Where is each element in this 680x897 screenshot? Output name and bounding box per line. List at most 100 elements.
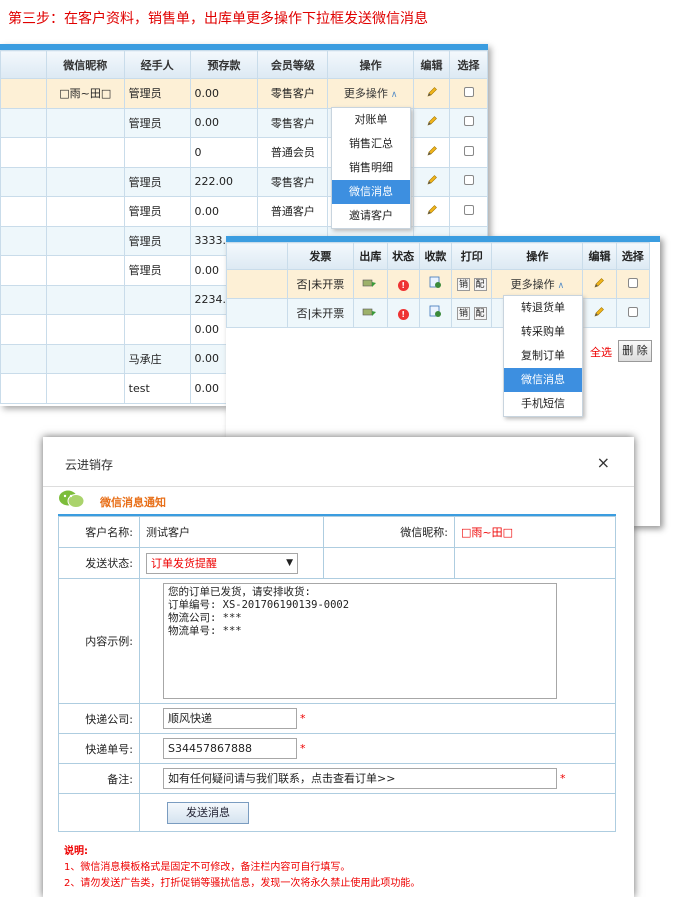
row-select <box>449 196 488 227</box>
chevron-down-icon: ▼ <box>286 557 293 568</box>
row-blank <box>0 225 47 256</box>
more-actions-dropdown[interactable]: 更多操作 ∧ <box>344 87 398 100</box>
payment-icon[interactable] <box>429 276 442 292</box>
row-handler: 马承庄 <box>123 343 191 374</box>
row-nick <box>45 255 125 286</box>
row-blank <box>0 166 47 197</box>
print-sales-button[interactable]: 销 <box>457 307 471 320</box>
pencil-icon[interactable] <box>593 306 605 321</box>
menu-item-invite-customer[interactable]: 邀请客户 <box>332 204 410 228</box>
wechat-form: 客户名称: 测试客户 微信昵称: □雨~田□ 发送状态: 订单发货提醒 ▼ 内容… <box>58 516 616 832</box>
row-edit <box>413 196 450 227</box>
table-row[interactable]: 0 普通会员 <box>0 137 488 168</box>
row-blank <box>0 284 47 315</box>
order-table-header: 发票 出库 状态 收款 打印 操作 编辑 选择 <box>226 242 651 270</box>
content-textarea[interactable]: 您的订单已发货，请安排收货: 订单编号: XS-201706190139-000… <box>163 583 557 699</box>
menu-item-sales-summary[interactable]: 销售汇总 <box>332 132 410 156</box>
col-level: 会员等级 <box>257 50 329 79</box>
truck-icon[interactable] <box>362 308 378 321</box>
pencil-icon[interactable] <box>593 277 605 292</box>
row-checkbox[interactable] <box>463 204 474 215</box>
delete-button[interactable]: 删 除 <box>618 340 652 362</box>
dialog-title: 云进销存 <box>65 458 114 472</box>
col-blank <box>226 242 288 270</box>
pencil-icon[interactable] <box>426 175 438 189</box>
customer-value: 测试客户 <box>139 516 324 548</box>
status-select[interactable]: 订单发货提醒 ▼ <box>146 552 298 574</box>
row-checkbox[interactable] <box>463 145 474 156</box>
row-checkbox[interactable] <box>627 306 638 317</box>
col-select: 选择 <box>449 50 488 79</box>
row-payment <box>418 298 453 328</box>
row-edit <box>582 269 617 299</box>
row-nick <box>45 225 125 256</box>
payment-icon[interactable] <box>429 305 442 321</box>
row-checkbox[interactable] <box>627 277 638 288</box>
print-delivery-button[interactable]: 配 <box>473 278 487 291</box>
more-actions-label: 更多操作 <box>510 278 555 291</box>
more-actions-dropdown[interactable]: 更多操作 ∧ <box>511 278 565 291</box>
table-row[interactable]: □雨~田□ 管理员 0.00 零售客户 更多操作 ∧ <box>0 78 488 109</box>
menu-item-to-purchase[interactable]: 转采购单 <box>504 320 582 344</box>
remark-input[interactable]: 如有任何疑问请与我们联系，点击查看订单>> <box>163 768 557 789</box>
row-handler: 管理员 <box>123 107 191 138</box>
send-cell: 发送消息 <box>139 793 616 832</box>
row-checkbox[interactable] <box>463 116 474 127</box>
tracking-input[interactable]: S34457867888 <box>163 738 297 759</box>
col-handler: 经手人 <box>123 50 191 79</box>
alert-icon: ! <box>397 308 409 320</box>
express-input[interactable]: 顺风快递 <box>163 708 297 729</box>
row-select <box>615 298 651 328</box>
pencil-icon[interactable] <box>426 86 438 101</box>
table-row[interactable]: 管理员 222.00 零售客户 <box>0 166 488 197</box>
empty-cell <box>58 793 140 832</box>
pencil-icon[interactable] <box>426 116 438 130</box>
row-deposit: 0.00 <box>189 107 259 138</box>
menu-item-sms[interactable]: 手机短信 <box>504 392 582 416</box>
row-blank <box>0 196 47 227</box>
col-select: 选择 <box>615 242 651 270</box>
print-sales-button[interactable]: 销 <box>457 278 471 291</box>
table-row[interactable]: 否|未开票! 销 配 更多操作 ∧ <box>226 269 651 299</box>
pencil-icon[interactable] <box>426 204 438 219</box>
truck-icon[interactable] <box>362 279 378 292</box>
table-row[interactable]: 管理员 0.00 零售客户 <box>0 107 488 138</box>
row-handler <box>123 137 191 168</box>
pencil-icon[interactable] <box>426 145 438 160</box>
row-checkbox[interactable] <box>463 86 474 97</box>
menu-item-sales-detail[interactable]: 销售明细 <box>332 156 410 180</box>
row-nick <box>45 314 125 345</box>
chevron-up-icon: ∧ <box>557 281 565 291</box>
menu-item-wechat-message[interactable]: 微信消息 <box>332 180 410 204</box>
row-nick <box>45 284 125 315</box>
col-deposit: 预存款 <box>189 50 259 79</box>
table-row[interactable]: 否|未开票! 销 配 <box>226 298 651 328</box>
print-delivery-button[interactable]: 配 <box>473 307 487 320</box>
row-handler: 管理员 <box>123 255 191 286</box>
nick-value: □雨~田□ <box>454 516 616 548</box>
empty-cell <box>454 547 616 579</box>
menu-item-to-return[interactable]: 转退货单 <box>504 296 582 320</box>
required-mark: * <box>560 771 566 785</box>
menu-item-copy-order[interactable]: 复制订单 <box>504 344 582 368</box>
express-cell: 顺风快递 * <box>139 703 616 734</box>
step-title: 第三步：在客户资料，销售单，出库单更多操作下拉框发送微信消息 <box>8 11 428 27</box>
row-level: 零售客户 <box>257 107 329 138</box>
order-more-menu: 转退货单 转采购单 复制订单 微信消息 手机短信 <box>503 295 583 417</box>
menu-item-statement[interactable]: 对账单 <box>332 108 410 132</box>
row-checkbox[interactable] <box>463 175 474 186</box>
close-icon[interactable]: × <box>597 453 610 472</box>
select-all-link[interactable]: 全选 <box>590 344 612 360</box>
row-select <box>449 78 488 109</box>
row-select <box>449 166 488 197</box>
wechat-icon <box>59 490 85 508</box>
menu-item-wechat-message[interactable]: 微信消息 <box>504 368 582 392</box>
row-operation: 更多操作 ∧ <box>327 78 415 109</box>
row-nick: □雨~田□ <box>45 78 125 109</box>
col-blank <box>0 50 47 79</box>
send-message-button[interactable]: 发送消息 <box>167 801 249 824</box>
col-print: 打印 <box>451 242 493 270</box>
table-row[interactable]: 管理员 0.00 普通客户 <box>0 196 488 227</box>
col-edit: 编辑 <box>582 242 617 270</box>
row-deposit: 0 <box>189 137 259 168</box>
